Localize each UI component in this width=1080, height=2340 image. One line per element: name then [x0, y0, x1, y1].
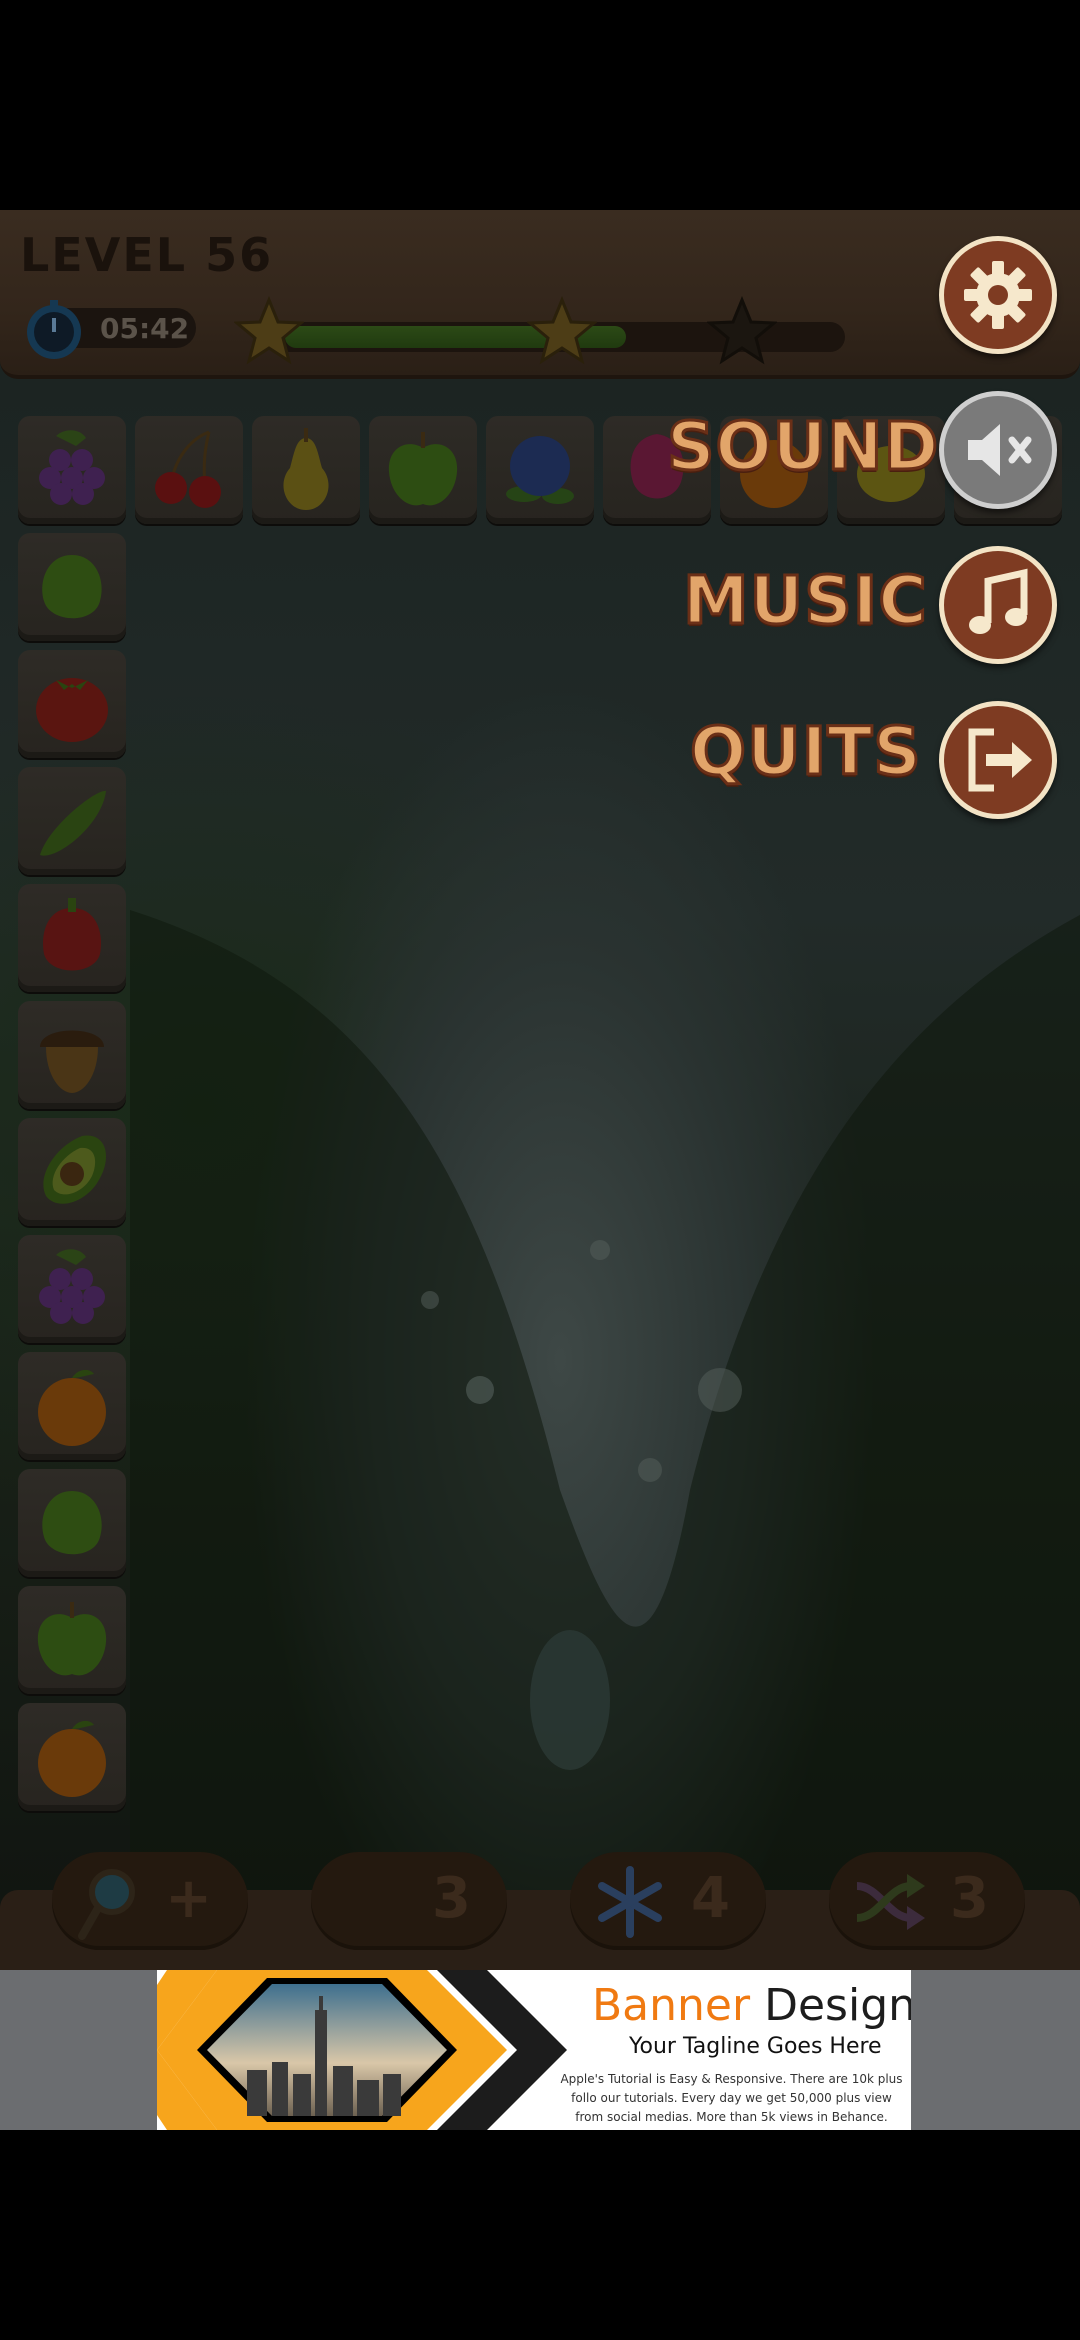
- tool-button-2[interactable]: 3: [311, 1852, 507, 1950]
- tile-grapes[interactable]: [18, 416, 126, 524]
- tile-green-pepper-2[interactable]: [18, 1469, 126, 1577]
- music-note-icon: [969, 568, 1028, 634]
- star-icon-3: [707, 296, 777, 365]
- quit-button[interactable]: [939, 701, 1057, 819]
- tile-acorn[interactable]: [18, 1001, 126, 1109]
- timer-text: 05:42: [100, 312, 190, 345]
- cucumber-icon: [40, 790, 106, 856]
- green-pepper-icon: [42, 555, 102, 619]
- tile-cherries[interactable]: [135, 416, 243, 524]
- tool-2-count: 3: [432, 1866, 471, 1931]
- level-title: LEVEL 56: [20, 228, 274, 282]
- grapes-icon: [39, 1249, 105, 1324]
- tile-green-apple[interactable]: [369, 416, 477, 524]
- green-apple-icon: [37, 1602, 107, 1676]
- pear-icon: [283, 428, 329, 510]
- cherries-icon: [155, 430, 221, 508]
- ad-title-word2: Design: [764, 1980, 911, 2031]
- tile-cucumber[interactable]: [18, 767, 126, 875]
- ad-artwork: [157, 1970, 567, 2130]
- gear-icon: [964, 261, 1032, 329]
- avocado-icon: [43, 1135, 106, 1204]
- hint-tool-count: +: [165, 1866, 212, 1931]
- star-icon-2: [527, 296, 597, 365]
- shuffle-icon: [856, 1874, 925, 1930]
- speaker-muted-icon: [968, 424, 1032, 476]
- stopwatch-icon: [27, 300, 81, 359]
- tile-red-pepper[interactable]: [18, 884, 126, 992]
- shuffle-tool-count: 3: [950, 1866, 989, 1931]
- freeze-tool-button[interactable]: 4: [570, 1852, 766, 1950]
- green-apple-icon: [388, 432, 458, 506]
- orange-icon: [38, 1369, 106, 1446]
- tile-green-pepper[interactable]: [18, 533, 126, 641]
- tile-avocado[interactable]: [18, 1118, 126, 1226]
- acorn-icon: [40, 1030, 104, 1093]
- level-header: LEVEL 56 05:42: [0, 210, 1080, 379]
- freeze-tool-count: 4: [691, 1866, 730, 1931]
- grapes-icon: [39, 430, 105, 505]
- tile-tomato[interactable]: [18, 650, 126, 758]
- orange-icon: [38, 1720, 106, 1797]
- snowflake-icon: [598, 1866, 662, 1938]
- sound-toggle-button[interactable]: [939, 391, 1057, 509]
- tile-green-apple-2[interactable]: [18, 1586, 126, 1694]
- exit-icon: [968, 728, 1032, 792]
- quit-label[interactable]: QUITS: [689, 712, 923, 792]
- hint-tool-button[interactable]: +: [52, 1852, 248, 1950]
- tile-grapes-2[interactable]: [18, 1235, 126, 1343]
- music-toggle-button[interactable]: [939, 546, 1057, 664]
- tile-blueberries[interactable]: [486, 416, 594, 524]
- shuffle-tool-button[interactable]: 3: [829, 1852, 1025, 1950]
- tile-orange-3[interactable]: [18, 1703, 126, 1811]
- red-pepper-icon: [43, 898, 101, 971]
- magnifier-icon: [78, 1869, 135, 1940]
- settings-button[interactable]: [939, 236, 1057, 354]
- tomato-icon: [36, 678, 108, 742]
- blueberries-icon: [506, 436, 574, 504]
- ad-tagline: Your Tagline Goes Here: [629, 2034, 882, 2059]
- leaf-background: [130, 910, 1080, 1970]
- green-pepper-icon: [42, 1491, 102, 1555]
- star-icon-1: [234, 296, 304, 365]
- ad-title-word1: Banner: [592, 1980, 751, 2031]
- tile-orange-2[interactable]: [18, 1352, 126, 1460]
- tile-pear[interactable]: [252, 416, 360, 524]
- sound-label[interactable]: SOUND: [665, 407, 939, 487]
- ad-title: Banner Design: [592, 1980, 911, 2031]
- music-label[interactable]: MUSIC: [682, 561, 929, 641]
- ad-banner[interactable]: Banner Design Your Tagline Goes Here App…: [157, 1970, 911, 2130]
- ad-body: Apple's Tutorial is Easy & Responsive. T…: [560, 2072, 903, 2124]
